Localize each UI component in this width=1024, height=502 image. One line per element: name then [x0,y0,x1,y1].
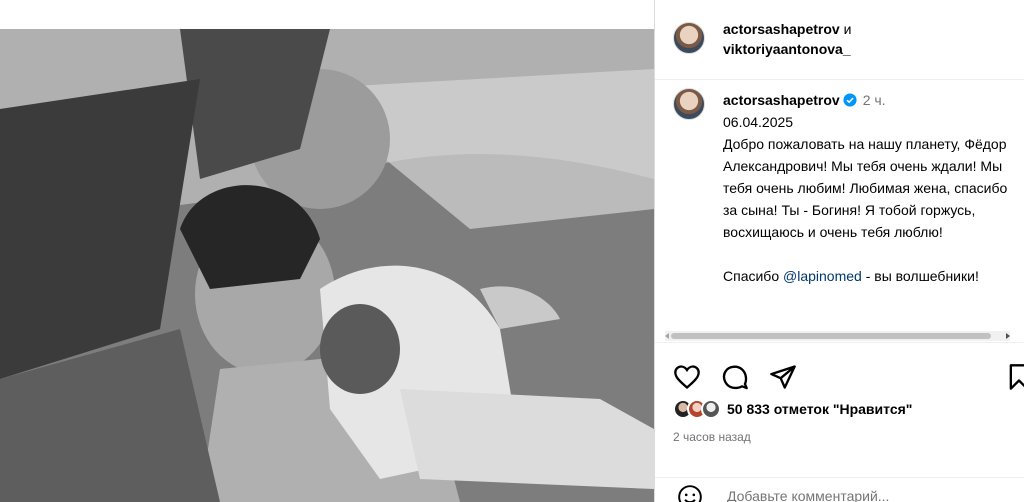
post-photo[interactable] [0,29,654,502]
liker-avatar [701,399,721,419]
bookmark-icon[interactable] [1005,363,1024,391]
likes-count[interactable]: 50 833 отметок "Нравится" [727,401,912,417]
post-caption: actorsashapetrov 2 ч. 06.04.2025 Добро по… [723,89,1023,287]
coauthor-link[interactable]: viktoriyaantonova_ [723,41,851,57]
author-avatar[interactable] [673,22,705,54]
post-time-ago[interactable]: 2 часов назад [673,430,751,444]
comment-icon[interactable] [721,363,749,391]
caption-username[interactable]: actorsashapetrov [723,92,840,108]
share-icon[interactable] [769,363,797,391]
verified-icon [843,93,857,107]
mention-link[interactable]: @lapinomed [783,268,862,284]
caption-text: Добро пожаловать на нашу планету, Фёдор … [723,136,1012,240]
caption-thanks: Спасибо @lapinomed - вы волшебники! [723,265,1023,287]
caption-time[interactable]: 2 ч. [863,92,886,108]
author-joiner: и [839,21,852,37]
post-side-panel: actorsashapetrov и viktoriyaantonova_ ac… [654,0,1024,502]
scroll-left-icon[interactable] [665,333,669,339]
thanks-prefix: Спасибо [723,268,783,284]
heart-icon[interactable] [673,363,701,391]
post-authors: actorsashapetrov и viktoriyaantonova_ [723,19,851,59]
photo-illustration [0,29,654,502]
comment-bar [655,477,1024,502]
post-actions: 50 833 отметок "Нравится" 2 часов назад [655,342,1024,502]
caption-avatar[interactable] [673,88,705,120]
emoji-icon[interactable] [677,484,703,502]
horizontal-scrollbar[interactable] [665,331,1010,341]
thanks-suffix: - вы волшебники! [861,268,979,284]
post-header: actorsashapetrov и viktoriyaantonova_ [655,0,1024,80]
likes-row[interactable]: 50 833 отметок "Нравится" [673,399,912,419]
media-top-bar [0,0,654,29]
comment-input[interactable] [727,488,1007,502]
author-link[interactable]: actorsashapetrov [723,21,840,37]
caption-date: 06.04.2025 [723,114,794,130]
scroll-thumb[interactable] [671,333,991,339]
scroll-right-icon[interactable] [1006,333,1010,339]
